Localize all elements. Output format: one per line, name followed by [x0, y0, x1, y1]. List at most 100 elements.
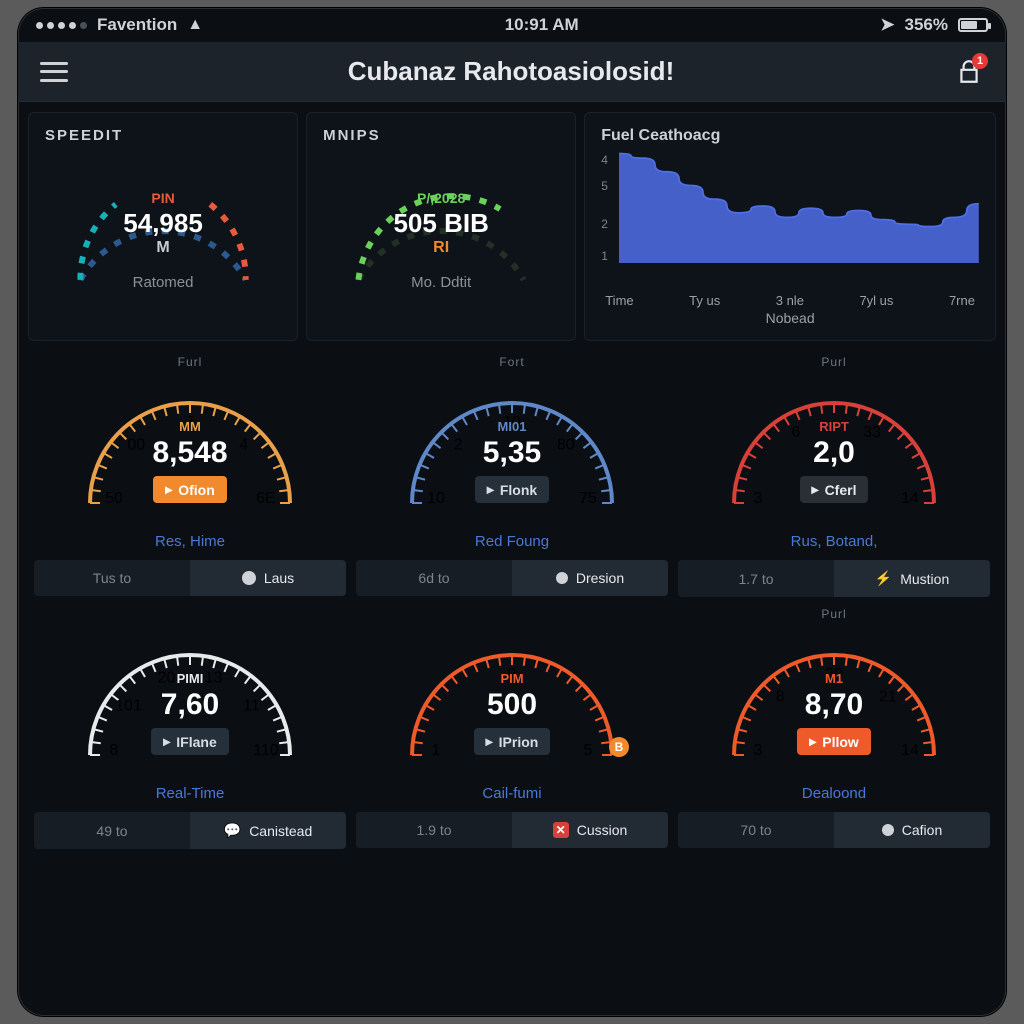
fuel-chart-title: Fuel Ceathoacg: [601, 127, 979, 145]
gauge-chip-button[interactable]: ▸IFlane: [151, 728, 229, 755]
split-right-button[interactable]: Cafion: [834, 812, 990, 848]
chip-icon: ▸: [487, 481, 494, 498]
ytick: 2: [601, 217, 608, 231]
ytick: 4: [601, 153, 608, 167]
split-right-button[interactable]: Laus: [190, 560, 346, 596]
gauge-card-2-2: Purl 38202114 M1 8,70 ▸Pllow Dealoond 70…: [678, 607, 990, 849]
chip-icon: ▸: [486, 733, 493, 750]
gauge-title: Purl: [678, 355, 990, 369]
gauge-link[interactable]: Dealoond: [678, 785, 990, 802]
gauge-split-button: 6d to Dresion: [356, 560, 668, 596]
gauge-small-label: PIM: [397, 671, 627, 686]
gauge-card-2-0: 8101201311110 PIMI 7,60 ▸IFlane Real-Tim…: [34, 607, 346, 849]
gauge-card-2-1: 195 B PIM 500 ▸IPrion Cail-fumi 1.9 to ✕…: [356, 607, 668, 849]
app-header: Cubanaz Rahotoasiolosid! 1: [18, 42, 1006, 102]
status-bar: Favention ▲ 10:91 AM ➤ 356%: [18, 8, 1006, 42]
carrier-label: Favention: [97, 15, 177, 35]
xtick: 7yl us: [859, 293, 893, 308]
split-right-button[interactable]: Dresion: [512, 560, 668, 596]
speed-tag: PIN: [45, 190, 281, 206]
location-icon: ➤: [880, 15, 894, 35]
split-left-button[interactable]: Tus to: [34, 560, 190, 596]
signal-dots-icon: [36, 22, 87, 29]
menu-button[interactable]: [40, 62, 68, 82]
gauge-chip-button[interactable]: ▸Cferl: [800, 476, 869, 503]
split-left-button[interactable]: 1.7 to: [678, 560, 834, 597]
gauge-link[interactable]: Cail-fumi: [356, 785, 668, 802]
gauge-title: Fort: [356, 355, 668, 369]
gauge-small-label: MI01: [397, 419, 627, 434]
wifi-icon: ▲: [187, 16, 203, 34]
xtick: 3 nle: [776, 293, 804, 308]
gauge-card-1-1: Fort 102108075 MI01 5,35 ▸Flonk Red Foun…: [356, 355, 668, 597]
gauge-dial: 8101201311110 PIMI 7,60 ▸IFlane: [75, 625, 305, 775]
gauge-split-button: 1.7 to ⚡Mustion: [678, 560, 990, 597]
dot-icon: [882, 824, 894, 836]
gauge-split-button: Tus to Laus: [34, 560, 346, 596]
chip-icon: ▸: [809, 733, 816, 750]
gauge-card-1-2: Purl 363314 RIPT 2,0 ▸Cferl Rus, Botand,…: [678, 355, 990, 597]
gauge-link[interactable]: Res, Hime: [34, 533, 346, 550]
gauge-small-label: M1: [719, 671, 949, 686]
split-left-button[interactable]: 1.9 to: [356, 812, 512, 848]
ytick: 5: [601, 179, 608, 193]
gauge-title: Purl: [678, 607, 990, 621]
speed-card: SPEEDIT PIN 54,985 M Ratomed: [28, 112, 298, 341]
battery-label: 356%: [905, 15, 948, 35]
gauge-dial: 5000746E MM 8,548 ▸Ofion: [75, 373, 305, 523]
gauge-value: 8,548: [75, 436, 305, 470]
close-icon: ✕: [553, 822, 569, 838]
chip-icon: ▸: [165, 481, 172, 498]
gauge-split-button: 49 to 💬Canistead: [34, 812, 346, 849]
gauge-split-button: 70 to Cafion: [678, 812, 990, 848]
speed-unit: M: [45, 239, 281, 257]
split-right-button[interactable]: 💬Canistead: [190, 812, 346, 849]
gauge-small-label: RIPT: [719, 419, 949, 434]
gauge-link[interactable]: Real-Time: [34, 785, 346, 802]
gauge-chip-button[interactable]: ▸Pllow: [797, 728, 871, 755]
gauge-grid: Furl 5000746E MM 8,548 ▸Ofion Res, Hime …: [18, 341, 1006, 857]
gauge-title: Furl: [34, 355, 346, 369]
fuel-chart-xticks: Time Ty us 3 nle 7yl us 7rne: [601, 293, 979, 308]
notifications-button[interactable]: 1: [954, 57, 984, 87]
gauge-split-button: 1.9 to ✕Cussion: [356, 812, 668, 848]
xtick: Time: [605, 293, 633, 308]
split-left-button[interactable]: 49 to: [34, 812, 190, 849]
gauge-chip-button[interactable]: ▸Flonk: [475, 476, 549, 503]
gauge-card-1-0: Furl 5000746E MM 8,548 ▸Ofion Res, Hime …: [34, 355, 346, 597]
gauge-link[interactable]: Rus, Botand,: [678, 533, 990, 550]
gauge-chip-button[interactable]: ▸IPrion: [474, 728, 551, 755]
gauge-value: 5,35: [397, 436, 627, 470]
dot-icon: [556, 572, 568, 584]
gauge-dial: 363314 RIPT 2,0 ▸Cferl: [719, 373, 949, 523]
split-right-button[interactable]: ✕Cussion: [512, 812, 668, 848]
gauge-value: 500: [397, 688, 627, 722]
bolt-icon: ⚡: [875, 570, 892, 587]
speed-gauge: PIN 54,985 M: [45, 150, 281, 270]
gauge-dial: 195 B PIM 500 ▸IPrion: [397, 625, 627, 775]
mnips-title: MNIPS: [323, 127, 559, 144]
gauge-small-label: MM: [75, 419, 305, 434]
mnips-card: MNIPS P/,2028 505 BIB RI Mo. Ddtit: [306, 112, 576, 341]
chip-icon: ▸: [163, 733, 170, 750]
split-left-button[interactable]: 6d to: [356, 560, 512, 596]
gauge-dial: 102108075 MI01 5,35 ▸Flonk: [397, 373, 627, 523]
gauge-dial: 38202114 M1 8,70 ▸Pllow: [719, 625, 949, 775]
xtick: Ty us: [689, 293, 720, 308]
gauge-small-label: PIMI: [75, 671, 305, 686]
gauge-title: [356, 607, 668, 621]
xtick: 7rne: [949, 293, 975, 308]
split-right-button[interactable]: ⚡Mustion: [834, 560, 990, 597]
app-frame: Favention ▲ 10:91 AM ➤ 356% Cubanaz Raho…: [18, 8, 1006, 1016]
split-left-button[interactable]: 70 to: [678, 812, 834, 848]
chip-icon: ▸: [812, 481, 819, 498]
gauge-chip-button[interactable]: ▸Ofion: [153, 476, 227, 503]
fuel-chart: 4 5 2 1: [601, 149, 979, 289]
page-title: Cubanaz Rahotoasiolosid!: [348, 56, 674, 87]
gauge-link[interactable]: Red Foung: [356, 533, 668, 550]
mnips-unit: RI: [323, 239, 559, 257]
mnips-value: 505 BIB: [323, 208, 559, 239]
mnips-gauge: P/,2028 505 BIB RI: [323, 150, 559, 270]
notification-badge: 1: [972, 53, 988, 69]
gauge-value: 7,60: [75, 688, 305, 722]
